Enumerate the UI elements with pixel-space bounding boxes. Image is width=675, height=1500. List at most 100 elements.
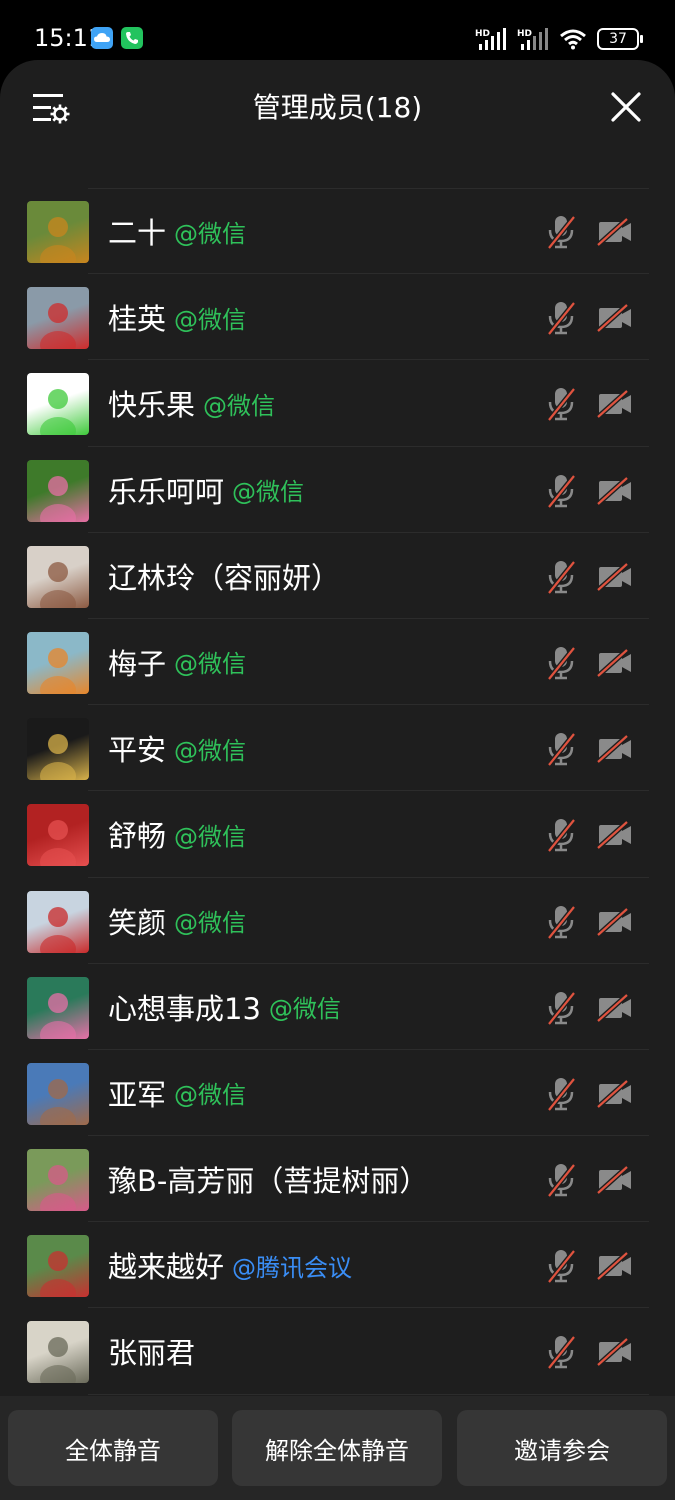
member-name-wrap: 快乐果 @微信 [108,360,275,446]
svg-text:HD: HD [475,29,490,39]
member-name-wrap: 桂英 @微信 [108,274,246,360]
unmute-all-button[interactable]: 解除全体静音 [232,1410,442,1486]
phone-icon [121,27,143,49]
member-source-tag: @微信 [232,478,305,507]
member-name-wrap: 二十 @微信 [108,188,246,274]
member-source-tag: @微信 [174,736,247,765]
divider [88,1393,649,1395]
bottom-action-bar: 全体静音 解除全体静音 邀请参会 [0,1396,675,1500]
status-indicators: HD HD 37 [475,24,643,54]
member-row[interactable]: 二十 @微信 [0,188,675,275]
member-row[interactable]: 桂英 @微信 [0,274,675,361]
camera-off-icon[interactable] [596,648,633,678]
member-name: 乐乐呵呵 [108,474,225,509]
member-name-wrap: 舒畅 @微信 [108,791,246,877]
avatar [27,718,89,781]
svg-text:HD: HD [517,29,532,39]
avatar [27,631,89,694]
mic-muted-icon[interactable] [545,817,577,853]
member-name-wrap: 平安 @微信 [108,705,246,791]
avatar [27,1321,89,1384]
member-name: 桂英 [108,302,167,337]
mic-muted-icon[interactable] [545,1248,577,1284]
mic-muted-icon[interactable] [545,473,577,509]
member-source-tag: @微信 [174,1081,247,1110]
member-source-tag: @微信 [174,822,247,851]
camera-off-icon[interactable] [596,1165,633,1195]
manage-members-sheet: 管理成员(18) 二十 @微信 桂英 @微信 快乐果 @微信 乐乐呵呵 @微信 辽林玲（容丽妍）… [0,60,675,1500]
mic-muted-icon[interactable] [545,1162,577,1198]
wifi-icon [560,29,586,50]
member-row[interactable]: 豫B-高芳丽（菩提树丽） [0,1136,675,1223]
member-row[interactable]: 张丽君 [0,1308,675,1395]
member-name: 豫B-高芳丽（菩提树丽） [108,1164,429,1199]
signal-icon: HD [475,28,506,50]
mic-muted-icon[interactable] [545,1076,577,1112]
member-name-wrap: 梅子 @微信 [108,619,246,705]
member-name: 亚军 [108,1077,167,1112]
member-row[interactable]: 笑颜 @微信 [0,878,675,964]
camera-off-icon[interactable] [596,820,633,851]
member-name: 心想事成13 [108,991,261,1026]
camera-off-icon[interactable] [596,1337,633,1368]
member-name-wrap: 乐乐呵呵 @微信 [108,447,304,533]
avatar [27,545,89,608]
mic-muted-icon[interactable] [545,300,577,336]
avatar [27,890,89,953]
avatar [27,1149,89,1212]
member-source-tag: @微信 [174,909,247,937]
cloud-icon [91,27,113,49]
member-row[interactable]: 越来越好 @腾讯会议 [0,1222,675,1309]
mic-muted-icon[interactable] [545,1334,577,1371]
member-row[interactable]: 辽林玲（容丽妍） [0,533,675,619]
camera-off-icon[interactable] [596,992,633,1023]
mic-muted-icon[interactable] [545,645,577,681]
camera-off-icon[interactable] [596,475,633,506]
avatar [27,1235,89,1298]
mic-muted-icon[interactable] [545,214,577,250]
member-name: 二十 [108,216,167,250]
member-name-wrap: 豫B-高芳丽（菩提树丽） [108,1136,436,1222]
camera-off-icon[interactable] [596,734,633,764]
avatar [27,804,89,867]
member-row[interactable]: 快乐果 @微信 [0,360,675,447]
member-source-tag: @微信 [174,650,247,679]
signal-icon: HD [517,28,548,50]
member-row[interactable]: 心想事成13 @微信 [0,964,675,1050]
avatar [27,373,89,436]
mic-muted-icon[interactable] [545,731,577,767]
member-name: 辽林玲（容丽妍） [108,560,341,595]
avatar [27,287,89,350]
camera-off-icon[interactable] [596,906,633,937]
close-icon[interactable] [609,90,643,124]
member-row[interactable]: 梅子 @微信 [0,619,675,706]
avatar [27,459,89,522]
camera-off-icon[interactable] [596,389,633,420]
mic-muted-icon[interactable] [545,990,577,1026]
member-source-tag: @微信 [174,219,247,248]
camera-off-icon[interactable] [596,217,633,247]
mic-muted-icon[interactable] [545,904,577,940]
member-name: 快乐果 [108,388,196,423]
member-name: 笑颜 [108,905,167,940]
invite-button[interactable]: 邀请参会 [457,1410,667,1486]
camera-off-icon[interactable] [596,303,633,334]
member-row[interactable]: 乐乐呵呵 @微信 [0,447,675,533]
member-source-tag: @微信 [268,995,341,1024]
member-name-wrap: 越来越好 @腾讯会议 [108,1222,352,1308]
member-row[interactable]: 亚军 @微信 [0,1050,675,1137]
camera-off-icon[interactable] [596,1251,633,1282]
mic-muted-icon[interactable] [545,559,577,595]
member-row[interactable]: 舒畅 @微信 [0,791,675,878]
member-source-tag: @腾讯会议 [232,1253,353,1282]
mic-muted-icon[interactable] [545,386,577,422]
avatar [27,201,89,263]
mute-all-button[interactable]: 全体静音 [8,1410,218,1486]
camera-off-icon[interactable] [596,561,633,592]
member-name-wrap: 心想事成13 @微信 [108,964,341,1050]
member-row[interactable]: 平安 @微信 [0,705,675,792]
member-list: 二十 @微信 桂英 @微信 快乐果 @微信 乐乐呵呵 @微信 辽林玲（容丽妍） 梅子 @微信 平安 @微… [0,188,675,1395]
member-name: 越来越好 [108,1250,225,1285]
camera-off-icon[interactable] [596,1079,633,1109]
battery-icon: 37 [597,28,643,50]
